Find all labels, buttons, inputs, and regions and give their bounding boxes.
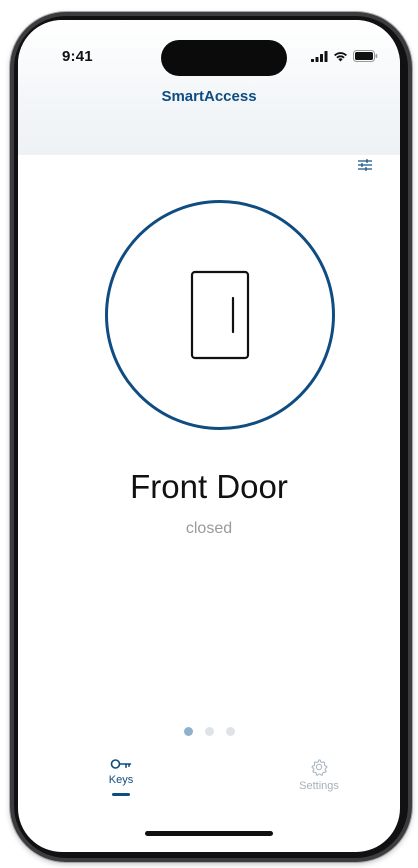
page-dot[interactable] [183,727,193,736]
sliders-icon [358,159,372,171]
active-tab-indicator [112,793,130,796]
page-dot[interactable] [225,727,235,736]
door-icon [190,270,250,360]
battery-icon [353,50,378,62]
lock-name: Front Door [130,468,288,505]
tab-keys-label: Keys [108,774,134,786]
app-screen: 9:41 SmartAccess Front Door closed Keys … [18,20,400,852]
filter-button[interactable] [353,153,377,177]
tab-keys[interactable]: Keys [81,758,161,796]
page-indicator [18,727,400,736]
tab-settings-label: Settings [299,780,339,792]
app-title: SmartAccess [161,88,257,105]
home-indicator[interactable] [145,831,273,836]
key-icon [110,759,132,769]
dynamic-island [161,40,287,76]
wifi-icon [334,51,347,61]
lock-status: closed [185,520,233,537]
tab-settings[interactable]: Settings [279,758,359,792]
unlock-button[interactable] [105,200,335,430]
canvas: 9:41 SmartAccess Front Door closed Keys … [0,0,418,868]
page-dot[interactable] [204,727,214,736]
status-icons [311,50,378,62]
status-time: 9:41 [62,48,93,65]
gear-icon [311,759,328,776]
cellular-signal-icon [311,50,328,62]
